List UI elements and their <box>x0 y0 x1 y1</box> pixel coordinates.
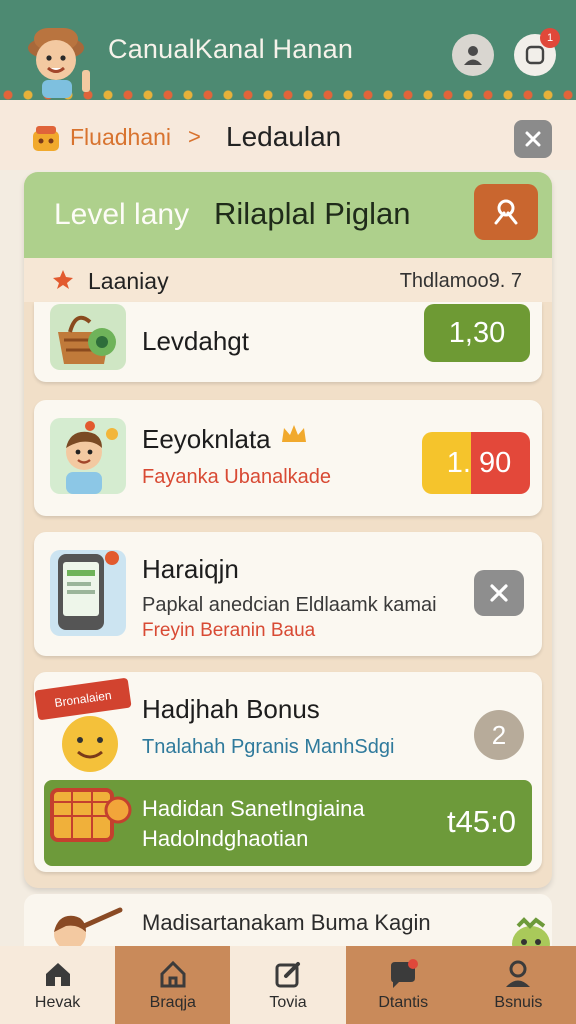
card-title: Haraiqjn <box>142 554 239 584</box>
tab-label: Bsnuis <box>494 994 543 1011</box>
tab-label: Hevak <box>34 994 81 1011</box>
card-value-pill[interactable]: 1,30 <box>424 304 530 362</box>
section-meta: Thdlamoo9. 7 <box>399 270 522 292</box>
count-badge[interactable]: 2 <box>474 710 524 760</box>
card-title: Hadjhah Bonus <box>142 694 320 724</box>
card-thumbnail <box>50 418 126 494</box>
section-title: Laaniay <box>88 268 169 294</box>
card-value-pill[interactable]: 1. 90 <box>428 432 530 494</box>
basket-icon <box>58 315 116 364</box>
card-title: Eeyoknlata <box>142 424 271 454</box>
profile-button[interactable] <box>452 34 494 76</box>
ribbon-label: Bronalaien <box>53 688 113 710</box>
card-subtitle: Tnalahah Pgranis ManhSdgi <box>142 736 395 758</box>
panel-action-button[interactable] <box>474 184 538 240</box>
mascot-avatar-icon <box>28 28 90 98</box>
tab-profile[interactable]: Bsnuis <box>460 946 576 1024</box>
bottom-tab-bar: Hevak Braqja Tovia Dtantis Bsnuis <box>0 946 576 1024</box>
app-title: CanualKanal Hanan <box>108 34 354 64</box>
breadcrumb-parent-link[interactable]: Fluadhani <box>70 124 171 151</box>
card-subtitle: Papkal anedcian Eldlaamk kamai <box>142 594 437 616</box>
card-title: Levdahgt <box>142 326 249 356</box>
list-item[interactable]: Levdahgt 1,30 <box>34 302 542 382</box>
card-title: Madisartanakam Buma Kagin <box>142 910 431 935</box>
notification-badge: 1 <box>540 28 560 48</box>
user-icon <box>506 960 531 987</box>
card-thumbnail <box>50 550 126 636</box>
bonus-line-2: Hadolndghaotian <box>142 826 309 851</box>
tab-home[interactable]: Hevak <box>0 946 116 1024</box>
dismiss-button[interactable] <box>474 570 524 616</box>
notifications-button[interactable]: 1 <box>514 28 560 76</box>
close-icon <box>490 584 508 602</box>
list-item[interactable]: Eeyoknlata Fayanka Ubanalkade 1. 90 <box>34 400 542 516</box>
handshake-icon <box>494 199 518 225</box>
card-thumbnail <box>50 304 126 370</box>
tab-label: Braqja <box>149 994 196 1011</box>
card-subtitle: Fayanka Ubanalkade <box>142 466 332 488</box>
child-avatar-icon <box>66 421 118 494</box>
page-title: Ledaulan <box>226 121 342 152</box>
level-label: Level lany <box>54 198 190 231</box>
user-icon <box>464 46 482 65</box>
star-icon <box>53 270 73 289</box>
card-subtitle-secondary: Freyin Beranin Baua <box>142 620 316 641</box>
tab-label: Dtantis <box>378 994 429 1011</box>
close-button[interactable] <box>514 120 552 158</box>
breadcrumb-separator: > <box>188 124 201 149</box>
phone-icon <box>58 551 119 630</box>
tab-chat[interactable]: Dtantis <box>345 946 461 1024</box>
bonus-amount: t45:0 <box>447 804 516 839</box>
level-plan-panel: Level lany Rilaplal Piglan Laaniay Thdla… <box>24 172 552 888</box>
crown-icon <box>282 425 306 442</box>
house-icon <box>160 960 186 988</box>
panel-header: Level lany Rilaplal Piglan <box>24 172 552 258</box>
treasure-mascot-icon <box>50 716 132 842</box>
chat-icon <box>391 959 419 988</box>
section-header: Laaniay Thdlamoo9. 7 <box>24 258 552 302</box>
tab-explore[interactable]: Braqja <box>115 946 231 1024</box>
bonus-line-1: Hadidan SanetIngiaina <box>142 796 365 821</box>
tab-create[interactable]: Tovia <box>230 946 346 1024</box>
notification-icon <box>525 45 545 65</box>
plan-title: Rilaplal Piglan <box>214 196 411 231</box>
basket-icon <box>33 126 59 151</box>
close-icon <box>525 131 541 147</box>
tab-label: Tovia <box>269 994 307 1011</box>
edit-icon <box>275 962 300 988</box>
home-icon <box>45 963 70 986</box>
list-item[interactable]: Haraiqjn Papkal anedcian Eldlaamk kamai … <box>34 532 542 656</box>
